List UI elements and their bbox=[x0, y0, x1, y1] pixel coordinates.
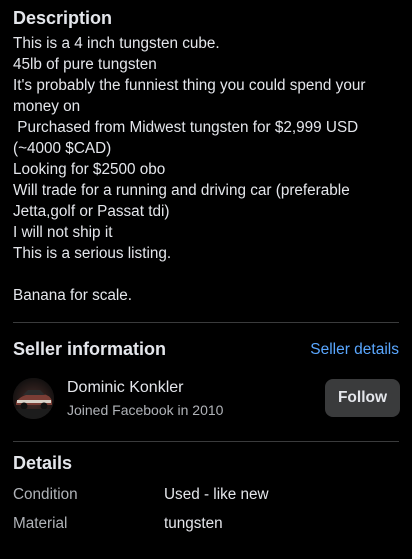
description-line bbox=[13, 264, 405, 285]
detail-value: Used - like new bbox=[164, 486, 269, 503]
detail-label: Material bbox=[13, 515, 68, 532]
description-line: money on bbox=[13, 98, 81, 115]
seller-joined-date: Joined Facebook in 2010 bbox=[67, 402, 224, 418]
section-divider bbox=[13, 322, 399, 323]
listing-page: Description This is a 4 inch tungsten cu… bbox=[0, 0, 412, 559]
description-line: Jetta,golf or Passat tdi) bbox=[13, 203, 170, 220]
details-title: Details bbox=[13, 453, 73, 473]
description-line: 45lb of pure tungsten bbox=[13, 56, 157, 73]
detail-value: tungsten bbox=[164, 515, 223, 532]
section-divider bbox=[13, 441, 399, 442]
seller-name[interactable]: Dominic Konkler bbox=[67, 379, 183, 397]
detail-row-condition: Condition Used - like new bbox=[13, 486, 399, 508]
seller-information-title: Seller information bbox=[13, 339, 167, 359]
description-body: This is a 4 inch tungsten cube. 45lb of … bbox=[13, 33, 405, 306]
seller-details-link[interactable]: Seller details bbox=[310, 341, 399, 359]
description-line: This is a 4 inch tungsten cube. bbox=[13, 35, 220, 52]
description-line: This is a serious listing. bbox=[13, 245, 172, 262]
avatar-image bbox=[13, 378, 54, 419]
description-line: (~4000 $CAD) bbox=[13, 140, 112, 157]
description-line: Banana for scale. bbox=[13, 287, 133, 304]
description-line: Purchased from Midwest tungsten for $2,9… bbox=[13, 119, 359, 136]
description-line: It's probably the funniest thing you cou… bbox=[13, 77, 366, 94]
description-line: Looking for $2500 obo bbox=[13, 161, 166, 178]
description-line: I will not ship it bbox=[13, 224, 113, 241]
detail-row-material: Material tungsten bbox=[13, 515, 399, 537]
follow-button[interactable]: Follow bbox=[325, 379, 400, 417]
description-line: Will trade for a running and driving car… bbox=[13, 182, 350, 199]
seller-avatar[interactable] bbox=[13, 378, 54, 419]
description-title: Description bbox=[13, 8, 113, 28]
detail-label: Condition bbox=[13, 486, 78, 503]
